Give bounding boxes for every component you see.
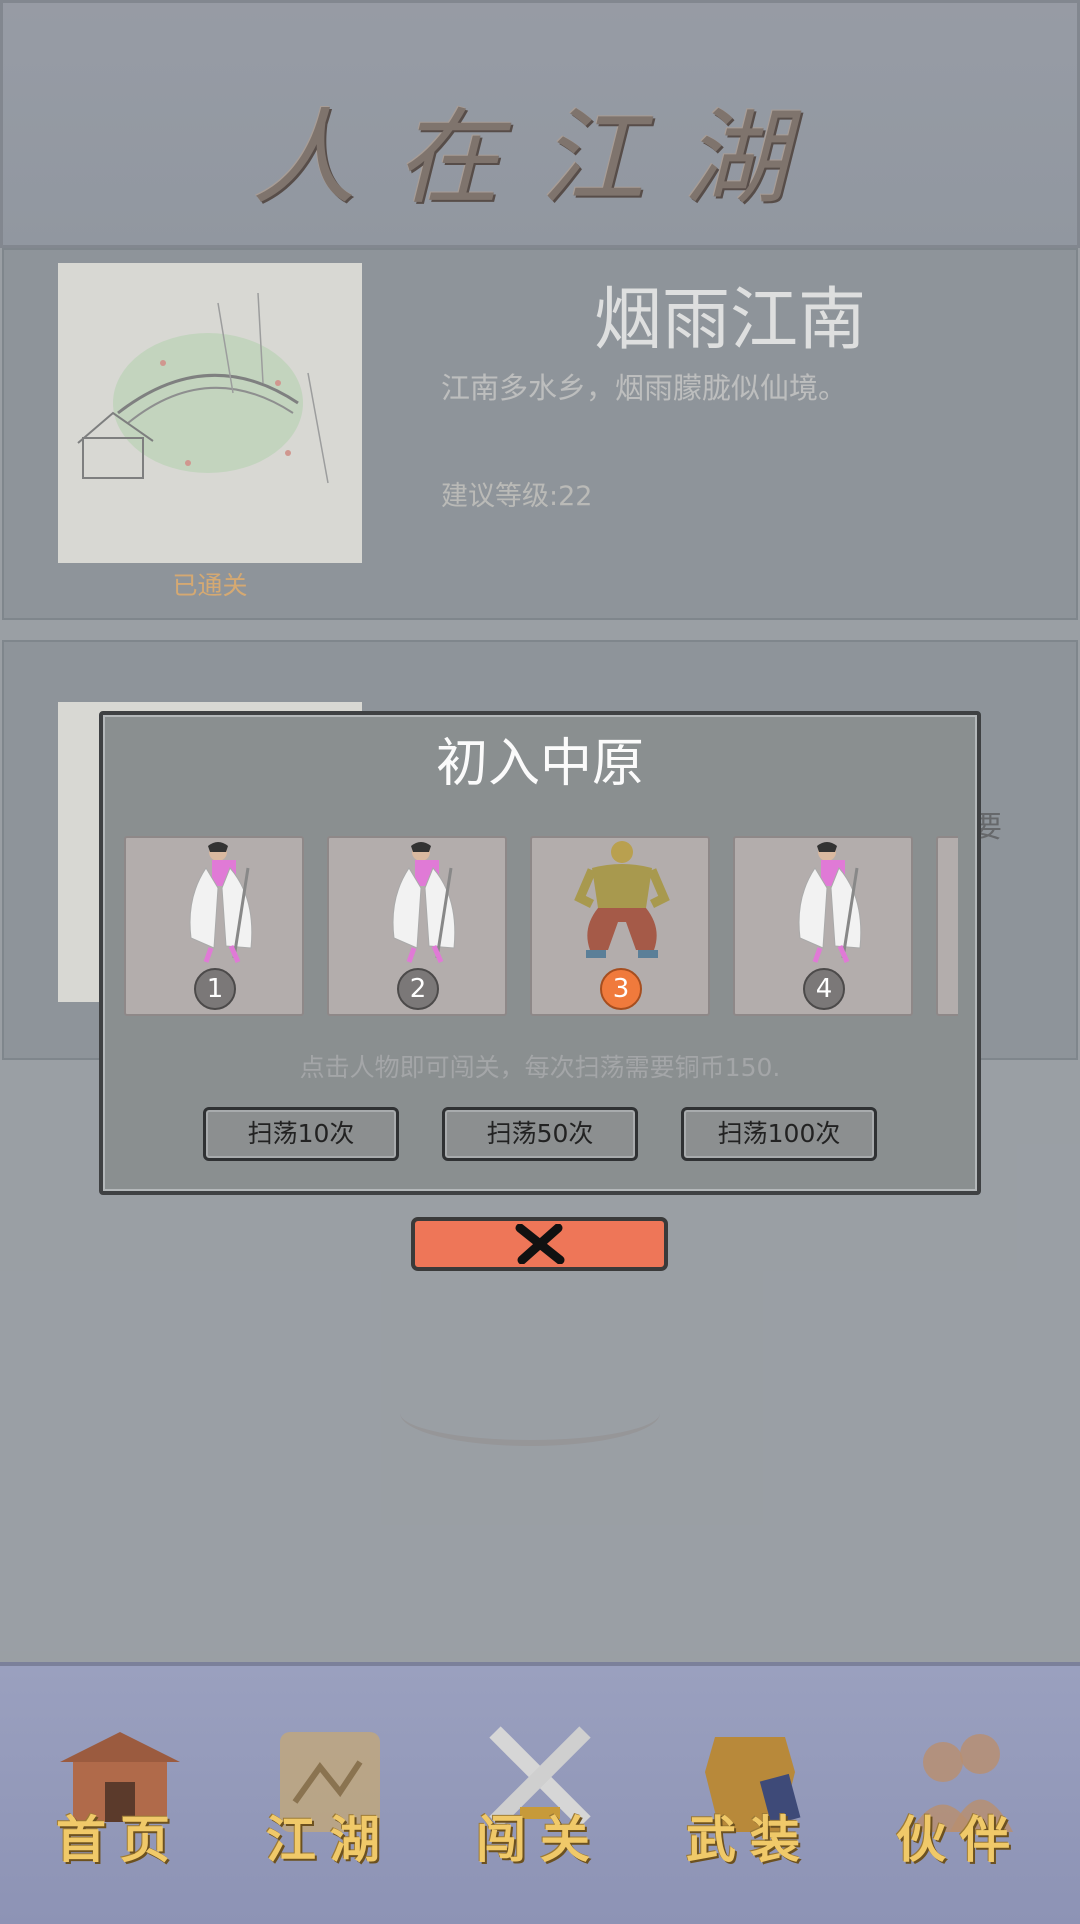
nav-label: 首页 — [56, 1810, 184, 1869]
enemy-slot-2[interactable]: 2 — [327, 836, 507, 1016]
sweep-hint: 点击人物即可闯关，每次扫荡需要铜币150. — [299, 1053, 781, 1082]
enemy-number-badge: 3 — [600, 968, 642, 1010]
sweep-50-button[interactable]: 扫荡50次 — [442, 1107, 638, 1161]
monk-brawler-icon — [574, 841, 670, 958]
sweep-10-button[interactable]: 扫荡10次 — [203, 1107, 399, 1161]
enemy-number-badge: 2 — [397, 968, 439, 1010]
swordswoman-icon — [798, 842, 862, 964]
swordswoman-icon — [189, 842, 253, 964]
nav-label: 闯关 — [476, 1810, 604, 1869]
enemy-number-badge: 4 — [803, 968, 845, 1010]
nav-armor[interactable]: 武装 — [675, 1722, 825, 1882]
nav-home[interactable]: 首页 — [45, 1722, 195, 1882]
enemy-slot-3[interactable]: 3 — [530, 836, 710, 1016]
modal-title: 初入中原 — [435, 734, 644, 794]
swordswoman-icon — [392, 842, 456, 964]
close-button[interactable] — [411, 1217, 668, 1271]
nav-companions[interactable]: 伙伴 — [885, 1722, 1035, 1882]
enemy-number-badge: 1 — [194, 968, 236, 1010]
enemy-slot-5[interactable] — [936, 836, 958, 1016]
stage-modal: 初入中原 1 2 3 4 点击人物即可闯关，每次扫荡需要铜币150. 扫荡10次… — [99, 711, 981, 1195]
enemy-slot-4[interactable]: 4 — [733, 836, 913, 1016]
nav-label: 江湖 — [266, 1810, 394, 1869]
nav-challenge[interactable]: 闯关 — [465, 1722, 615, 1882]
enemy-strip[interactable]: 1 2 3 4 — [124, 836, 958, 1018]
enemy-slot-1[interactable]: 1 — [124, 836, 304, 1016]
sweep-100-button[interactable]: 扫荡100次 — [681, 1107, 877, 1161]
bottom-nav: 首页 江湖 闯关 武装 伙伴 — [0, 1662, 1080, 1924]
nav-label: 伙伴 — [896, 1810, 1024, 1869]
close-x-icon — [515, 1224, 564, 1264]
nav-label: 武装 — [686, 1810, 814, 1869]
nav-jianghu[interactable]: 江湖 — [255, 1722, 405, 1882]
